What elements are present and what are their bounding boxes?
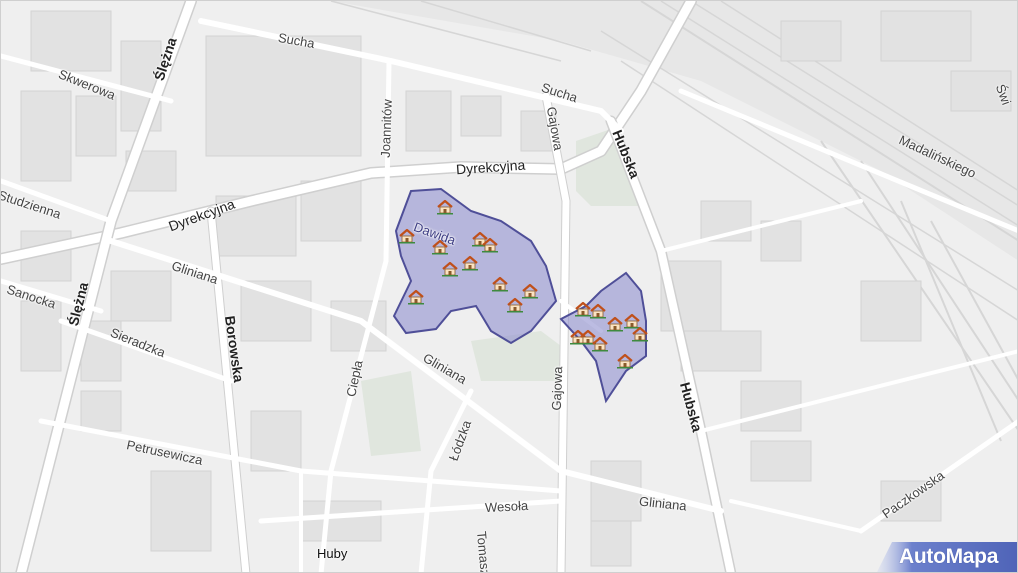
automapa-logo: AutoMapa [877, 542, 1017, 572]
house-marker-icon[interactable] [616, 353, 634, 369]
house-marker-icon[interactable] [591, 336, 609, 352]
house-marker-icon[interactable] [506, 297, 524, 313]
street-label-wesola: Wesoła [484, 497, 529, 516]
place-label-huby: Huby [317, 546, 348, 561]
house-marker-icon[interactable] [436, 199, 454, 215]
map-canvas[interactable]: Sucha Sucha Ślężna Ślężna Skwerowa Joann… [0, 0, 1018, 573]
street-label-joannitow: Joannitów [377, 98, 395, 159]
house-marker-icon[interactable] [491, 276, 509, 292]
house-marker-icon[interactable] [431, 239, 449, 255]
house-marker-icon[interactable] [606, 316, 624, 332]
house-marker-icon[interactable] [398, 228, 416, 244]
house-marker-icon[interactable] [407, 289, 425, 305]
house-marker-icon[interactable] [589, 303, 607, 319]
street-label-gajowa: Gajowa [548, 366, 566, 411]
house-marker-icon[interactable] [631, 326, 649, 342]
logo-text: AutoMapa [899, 545, 999, 568]
house-marker-icon[interactable] [461, 255, 479, 271]
map-base-layer [1, 1, 1017, 572]
house-marker-icon[interactable] [441, 261, 459, 277]
house-marker-icon[interactable] [481, 237, 499, 253]
